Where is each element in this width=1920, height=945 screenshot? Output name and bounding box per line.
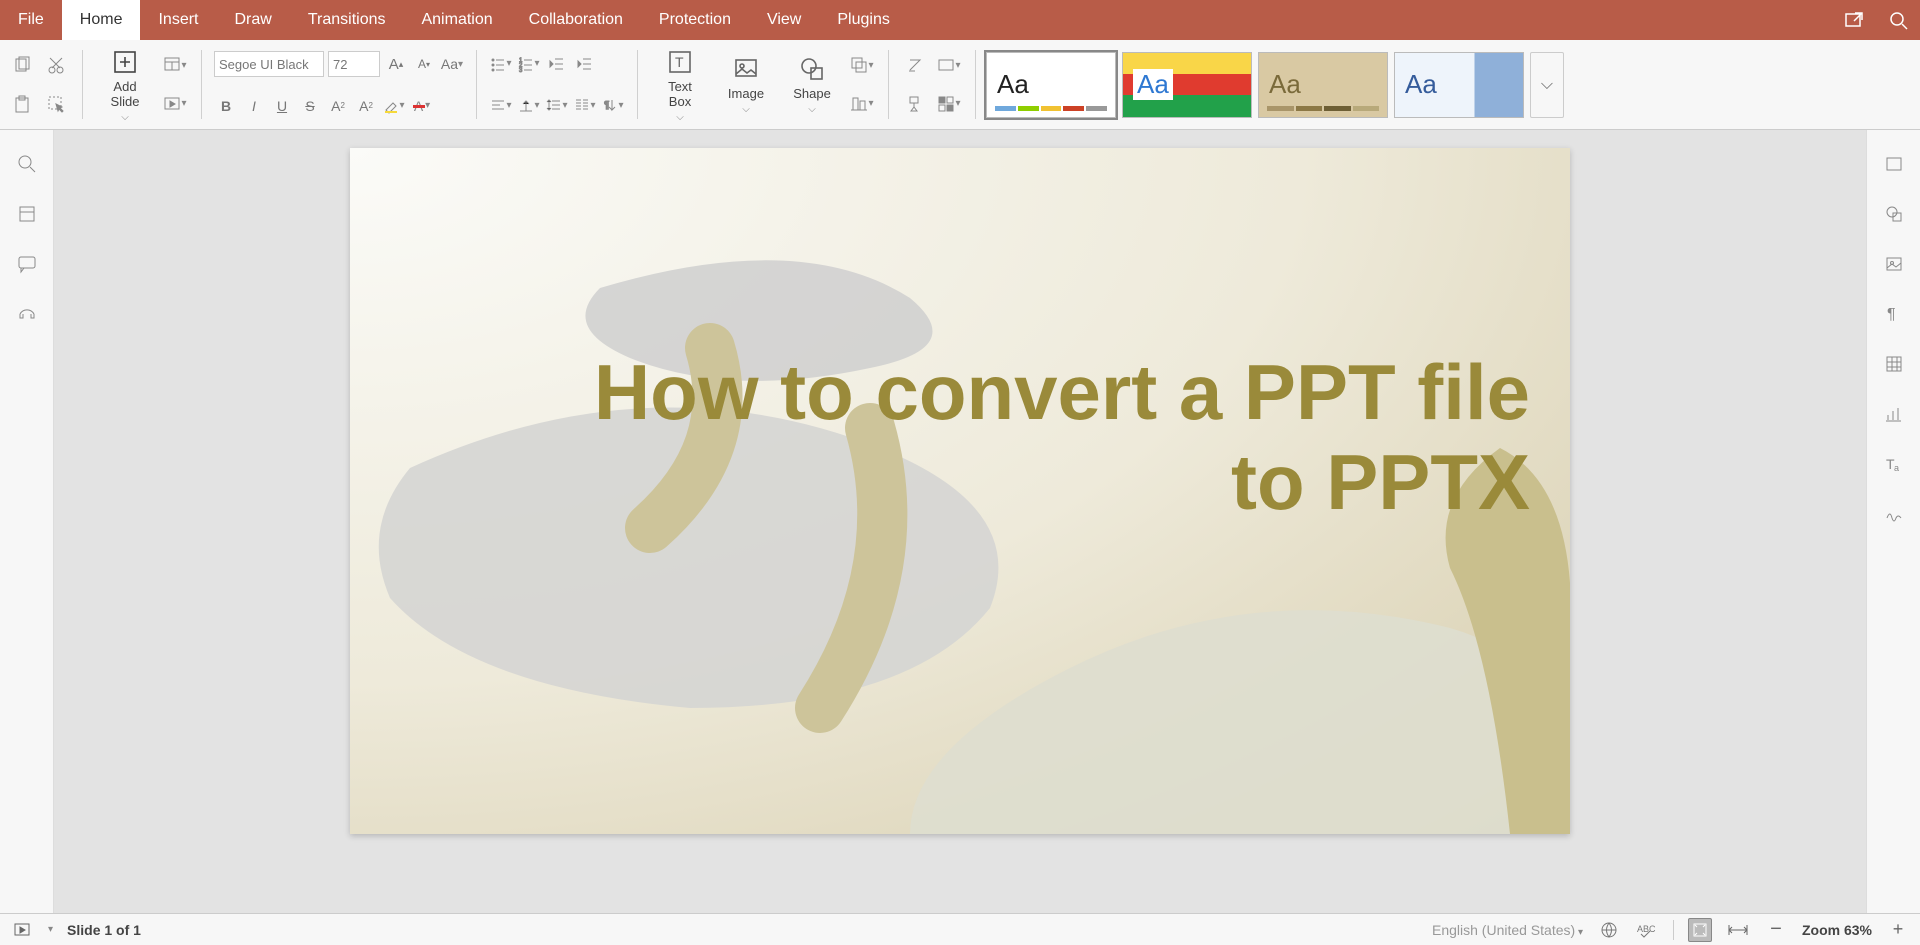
text-box-button[interactable]: T Text Box ⌵	[648, 44, 712, 125]
menu-tab-protection[interactable]: Protection	[641, 0, 749, 40]
slide-canvas[interactable]: How to convert a PPT file to PPTX	[54, 130, 1866, 913]
shape-button[interactable]: Shape ⌵	[780, 44, 844, 125]
copy-button[interactable]	[8, 51, 36, 79]
theme-option-1[interactable]: Aa	[986, 52, 1116, 118]
slide-title[interactable]: How to convert a PPT file to PPTX	[550, 348, 1530, 527]
paragraph-settings-icon[interactable]: ¶	[1880, 300, 1908, 328]
menu-tab-collaboration[interactable]: Collaboration	[511, 0, 641, 40]
cut-button[interactable]	[42, 51, 70, 79]
menu-tab-draw[interactable]: Draw	[216, 0, 289, 40]
font-name-select[interactable]	[214, 51, 324, 77]
svg-text:¶: ¶	[1887, 306, 1896, 323]
chart-settings-icon[interactable]	[1880, 400, 1908, 428]
menu-bar: File Home Insert Draw Transitions Animat…	[0, 0, 1920, 40]
clear-style-button[interactable]	[901, 51, 929, 79]
bold-button[interactable]: B	[214, 94, 238, 118]
align-objects-button[interactable]	[848, 90, 876, 118]
menu-tab-transitions[interactable]: Transitions	[290, 0, 404, 40]
numbering-button[interactable]: 123	[517, 52, 541, 76]
theme-gallery: Aa Aa Aa Aa ⌵	[986, 44, 1564, 125]
spellcheck-icon[interactable]: ABC	[1635, 918, 1659, 942]
theme-option-4[interactable]: Aa	[1394, 52, 1524, 118]
comments-icon[interactable]	[13, 250, 41, 278]
shape-label: Shape	[793, 87, 831, 102]
feedback-icon[interactable]	[13, 300, 41, 328]
fit-width-button[interactable]	[1726, 918, 1750, 942]
theme-more-button[interactable]: ⌵	[1530, 52, 1564, 118]
image-settings-icon[interactable]	[1880, 250, 1908, 278]
open-location-icon[interactable]	[1832, 0, 1876, 40]
underline-button[interactable]: U	[270, 94, 294, 118]
table-settings-icon[interactable]	[1880, 350, 1908, 378]
right-rail: ¶ Ta	[1866, 130, 1920, 913]
zoom-out-button[interactable]: −	[1764, 918, 1788, 942]
highlight-button[interactable]	[382, 94, 406, 118]
shape-settings-icon[interactable]	[1880, 200, 1908, 228]
vertical-align-button[interactable]	[517, 93, 541, 117]
arrange-button[interactable]	[848, 51, 876, 79]
menu-tab-file[interactable]: File	[0, 0, 62, 40]
slideshow-from-start-button[interactable]	[10, 918, 34, 942]
line-spacing-button[interactable]	[545, 93, 569, 117]
slide-settings-icon[interactable]	[1880, 150, 1908, 178]
slide-counter: Slide 1 of 1	[67, 922, 141, 938]
text-art-icon[interactable]: Ta	[1880, 450, 1908, 478]
horizontal-align-button[interactable]	[489, 93, 513, 117]
layout-button[interactable]	[161, 51, 189, 79]
svg-text:¶: ¶	[604, 100, 609, 111]
start-slideshow-button[interactable]	[161, 90, 189, 118]
change-case-button[interactable]: Aa	[440, 52, 464, 76]
menu-tab-view[interactable]: View	[749, 0, 819, 40]
menu-tab-home[interactable]: Home	[62, 0, 141, 40]
select-button[interactable]	[42, 90, 70, 118]
left-rail	[0, 130, 54, 913]
slide-size-button[interactable]	[935, 51, 963, 79]
superscript-button[interactable]: A2	[326, 94, 350, 118]
subscript-button[interactable]: A2	[354, 94, 378, 118]
theme-option-2[interactable]: Aa	[1122, 52, 1252, 118]
svg-text:3: 3	[519, 68, 523, 74]
svg-text:T: T	[675, 54, 684, 70]
decrease-indent-button[interactable]	[545, 52, 569, 76]
menu-tab-insert[interactable]: Insert	[140, 0, 216, 40]
increase-font-button[interactable]: A▴	[384, 52, 408, 76]
main-area: How to convert a PPT file to PPTX ¶ Ta	[0, 130, 1920, 913]
strike-button[interactable]: S	[298, 94, 322, 118]
font-color-button[interactable]: A	[410, 94, 434, 118]
font-size-select[interactable]	[328, 51, 380, 77]
fit-slide-button[interactable]	[1688, 918, 1712, 942]
text-box-label: Text Box	[668, 80, 692, 110]
format-painter-button[interactable]	[901, 90, 929, 118]
image-button[interactable]: Image ⌵	[714, 44, 778, 125]
slide[interactable]: How to convert a PPT file to PPTX	[350, 148, 1570, 834]
zoom-label[interactable]: Zoom 63%	[1802, 922, 1872, 938]
image-label: Image	[728, 87, 764, 102]
decrease-font-button[interactable]: A▾	[412, 52, 436, 76]
signature-icon[interactable]	[1880, 500, 1908, 528]
svg-text:ABC: ABC	[1637, 924, 1656, 934]
find-icon[interactable]	[13, 150, 41, 178]
menu-tab-plugins[interactable]: Plugins	[819, 0, 907, 40]
globe-icon[interactable]	[1597, 918, 1621, 942]
ribbon: Add Slide ⌵ A▴ A▾ Aa B I U S A2 A2 A 1	[0, 40, 1920, 130]
paste-button[interactable]	[8, 90, 36, 118]
bullets-button[interactable]	[489, 52, 513, 76]
language-label[interactable]: English (United States)	[1432, 922, 1583, 938]
slides-panel-icon[interactable]	[13, 200, 41, 228]
svg-text:a: a	[1894, 463, 1899, 473]
color-scheme-button[interactable]	[935, 90, 963, 118]
increase-indent-button[interactable]	[573, 52, 597, 76]
text-direction-button[interactable]: ¶	[601, 93, 625, 117]
theme-option-3[interactable]: Aa	[1258, 52, 1388, 118]
add-slide-button[interactable]: Add Slide ⌵	[93, 44, 157, 125]
zoom-in-button[interactable]: +	[1886, 918, 1910, 942]
search-icon[interactable]	[1876, 0, 1920, 40]
columns-button[interactable]	[573, 93, 597, 117]
status-bar: ▾ Slide 1 of 1 English (United States) A…	[0, 913, 1920, 945]
add-slide-label: Add Slide	[111, 80, 140, 110]
italic-button[interactable]: I	[242, 94, 266, 118]
menu-tab-animation[interactable]: Animation	[403, 0, 510, 40]
